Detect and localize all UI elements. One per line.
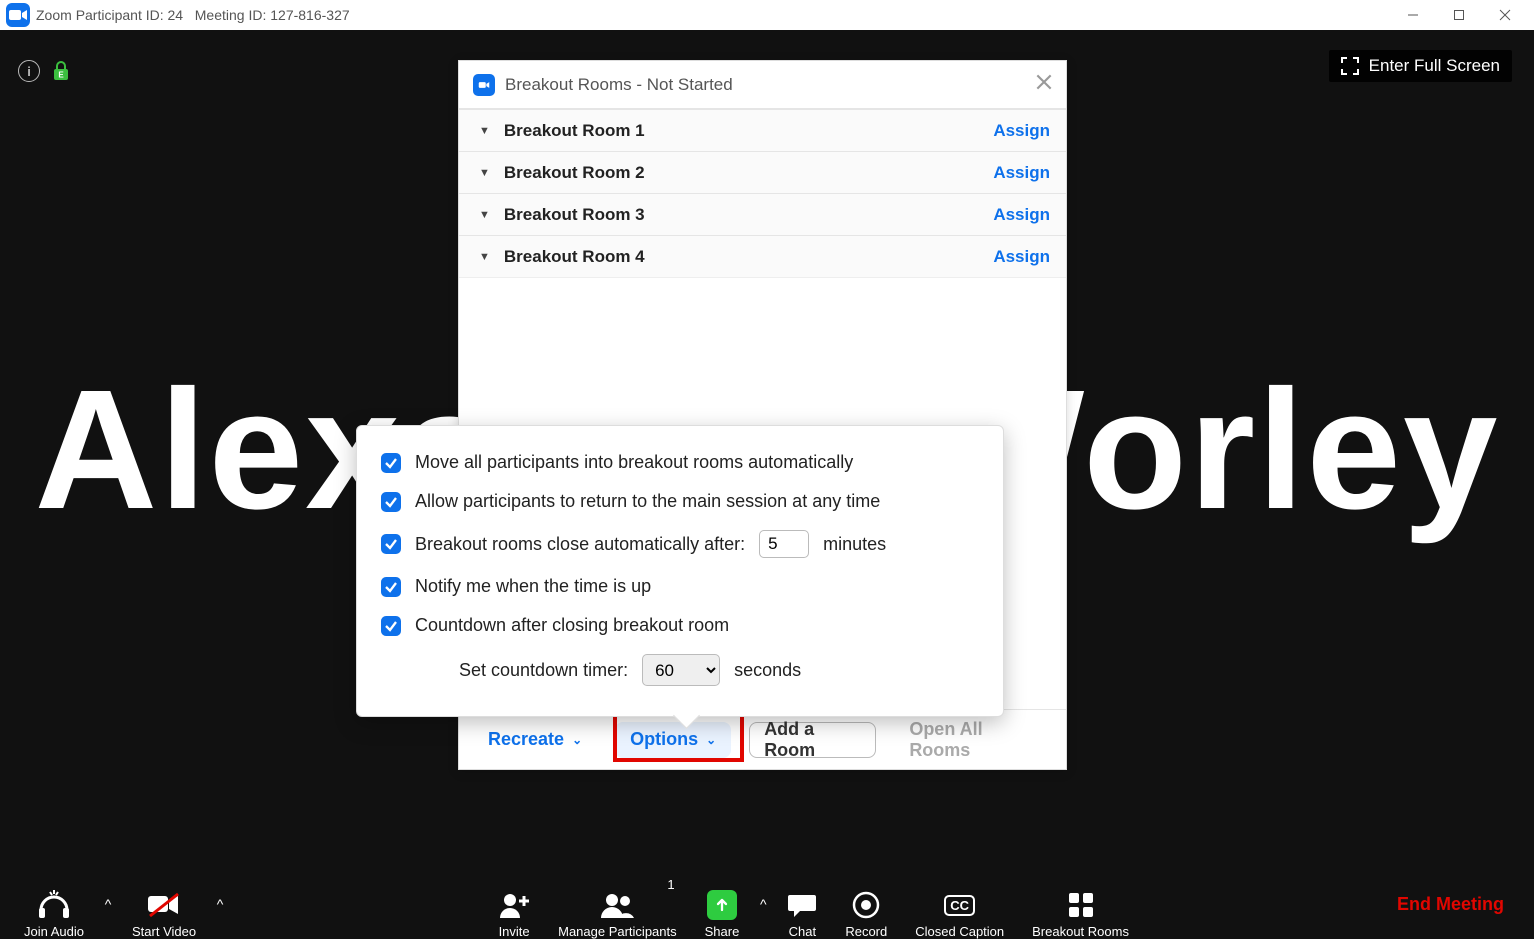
options-label: Options [630,729,698,750]
breakout-room-row[interactable]: ▼ Breakout Room 4Assign [459,235,1066,277]
cc-icon: CC [944,888,975,922]
open-all-label: Open All Rooms [909,719,1037,761]
room-name: Breakout Room 3 [504,205,993,225]
meeting-info-icon[interactable]: i [18,60,40,82]
options-button[interactable]: Options ⌄ [615,722,731,758]
checkbox-allow-return[interactable] [381,492,401,512]
zoom-logo-icon [6,3,30,27]
opt-auto-close-label: Breakout rooms close automatically after… [415,534,745,555]
participant-count: 1 [667,877,674,892]
countdown-timer-label: Set countdown timer: [459,660,628,681]
record-button[interactable]: Record [831,869,901,939]
end-meeting-label: End Meeting [1397,894,1504,914]
auto-close-minutes-input[interactable] [759,530,809,558]
add-room-button[interactable]: Add a Room [749,722,876,758]
share-button[interactable]: Share [691,869,754,939]
participants-icon [599,888,635,922]
opt-auto-close-unit: minutes [823,534,886,555]
window-maximize-button[interactable] [1436,0,1482,30]
svg-text:E: E [58,71,64,80]
breakout-room-row[interactable]: ▼ Breakout Room 1Assign [459,109,1066,151]
checkbox-auto-close[interactable] [381,534,401,554]
app-name: Zoom [36,7,72,23]
end-meeting-button[interactable]: End Meeting [1397,894,1524,915]
closed-caption-button[interactable]: CC Closed Caption [901,869,1018,939]
countdown-unit: seconds [734,660,801,681]
record-icon [852,888,880,922]
assign-link[interactable]: Assign [993,247,1050,267]
manage-participants-button[interactable]: 1 Manage Participants [544,869,691,939]
caret-down-icon: ▼ [479,251,490,263]
start-video-label: Start Video [132,924,196,939]
invite-button[interactable]: Invite [484,869,544,939]
caret-down-icon: ▼ [479,209,490,221]
checkbox-notify[interactable] [381,577,401,597]
meeting-id-label: Meeting ID: [195,7,267,23]
join-audio-label: Join Audio [24,924,84,939]
window-titlebar: Zoom Participant ID: 24 Meeting ID: 127-… [0,0,1534,30]
window-close-button[interactable] [1482,0,1528,30]
start-video-button[interactable]: Start Video [118,869,210,939]
room-name: Breakout Room 2 [504,163,993,183]
opt-countdown-label: Countdown after closing breakout room [415,615,729,636]
opt-allow-return-label: Allow participants to return to the main… [415,491,880,512]
assign-link[interactable]: Assign [993,205,1050,225]
invite-label: Invite [499,924,530,939]
breakout-rooms-icon [1068,888,1094,922]
breakout-room-row[interactable]: ▼ Breakout Room 2Assign [459,151,1066,193]
headphones-icon [36,888,72,922]
breakout-rooms-label: Breakout Rooms [1032,924,1129,939]
room-name: Breakout Room 1 [504,121,993,141]
record-label: Record [845,924,887,939]
dialog-close-button[interactable] [1036,74,1052,95]
options-popover: Move all participants into breakout room… [356,425,1004,717]
participant-id-label: Participant ID: [76,7,164,23]
share-label: Share [705,924,740,939]
room-name: Breakout Room 4 [504,247,993,267]
countdown-timer-select[interactable]: 60 [642,654,720,686]
opt-notify-label: Notify me when the time is up [415,576,651,597]
checkbox-auto-move[interactable] [381,453,401,473]
zoom-logo-icon [473,74,495,96]
invite-icon [498,888,530,922]
meeting-toolbar: Join Audio ^ Start Video ^ Invite 1 Mana… [0,869,1534,939]
chat-label: Chat [789,924,816,939]
fullscreen-icon [1341,57,1359,75]
fullscreen-label: Enter Full Screen [1369,56,1500,76]
recreate-label: Recreate [488,729,564,750]
caret-down-icon: ▼ [479,125,490,137]
assign-link[interactable]: Assign [993,163,1050,183]
video-off-icon [146,888,182,922]
share-menu-caret[interactable]: ^ [753,896,773,912]
video-menu-caret[interactable]: ^ [210,896,230,912]
chat-button[interactable]: Chat [773,869,831,939]
participant-id: 24 [168,7,184,23]
join-audio-button[interactable]: Join Audio [10,869,98,939]
caret-down-icon: ▼ [479,167,490,179]
enter-fullscreen-button[interactable]: Enter Full Screen [1329,50,1512,82]
chat-icon [787,888,817,922]
window-minimize-button[interactable] [1390,0,1436,30]
closed-caption-label: Closed Caption [915,924,1004,939]
share-screen-icon [707,890,737,920]
dialog-title: Breakout Rooms - Not Started [505,75,733,95]
encryption-lock-icon[interactable]: E [52,61,70,81]
video-stage: Alexander Worley i E Enter Full Screen B… [0,30,1534,869]
open-all-rooms-button[interactable]: Open All Rooms [894,722,1052,758]
assign-link[interactable]: Assign [993,121,1050,141]
add-room-label: Add a Room [764,719,861,761]
breakout-room-row[interactable]: ▼ Breakout Room 3Assign [459,193,1066,235]
checkbox-countdown[interactable] [381,616,401,636]
meeting-id: 127-816-327 [270,7,349,23]
audio-menu-caret[interactable]: ^ [98,896,118,912]
recreate-button[interactable]: Recreate ⌄ [473,722,597,758]
opt-auto-move-label: Move all participants into breakout room… [415,452,853,473]
chevron-down-icon: ⌄ [572,733,582,747]
manage-participants-label: Manage Participants [558,924,677,939]
chevron-down-icon: ⌄ [706,733,716,747]
breakout-rooms-button[interactable]: Breakout Rooms [1018,869,1143,939]
